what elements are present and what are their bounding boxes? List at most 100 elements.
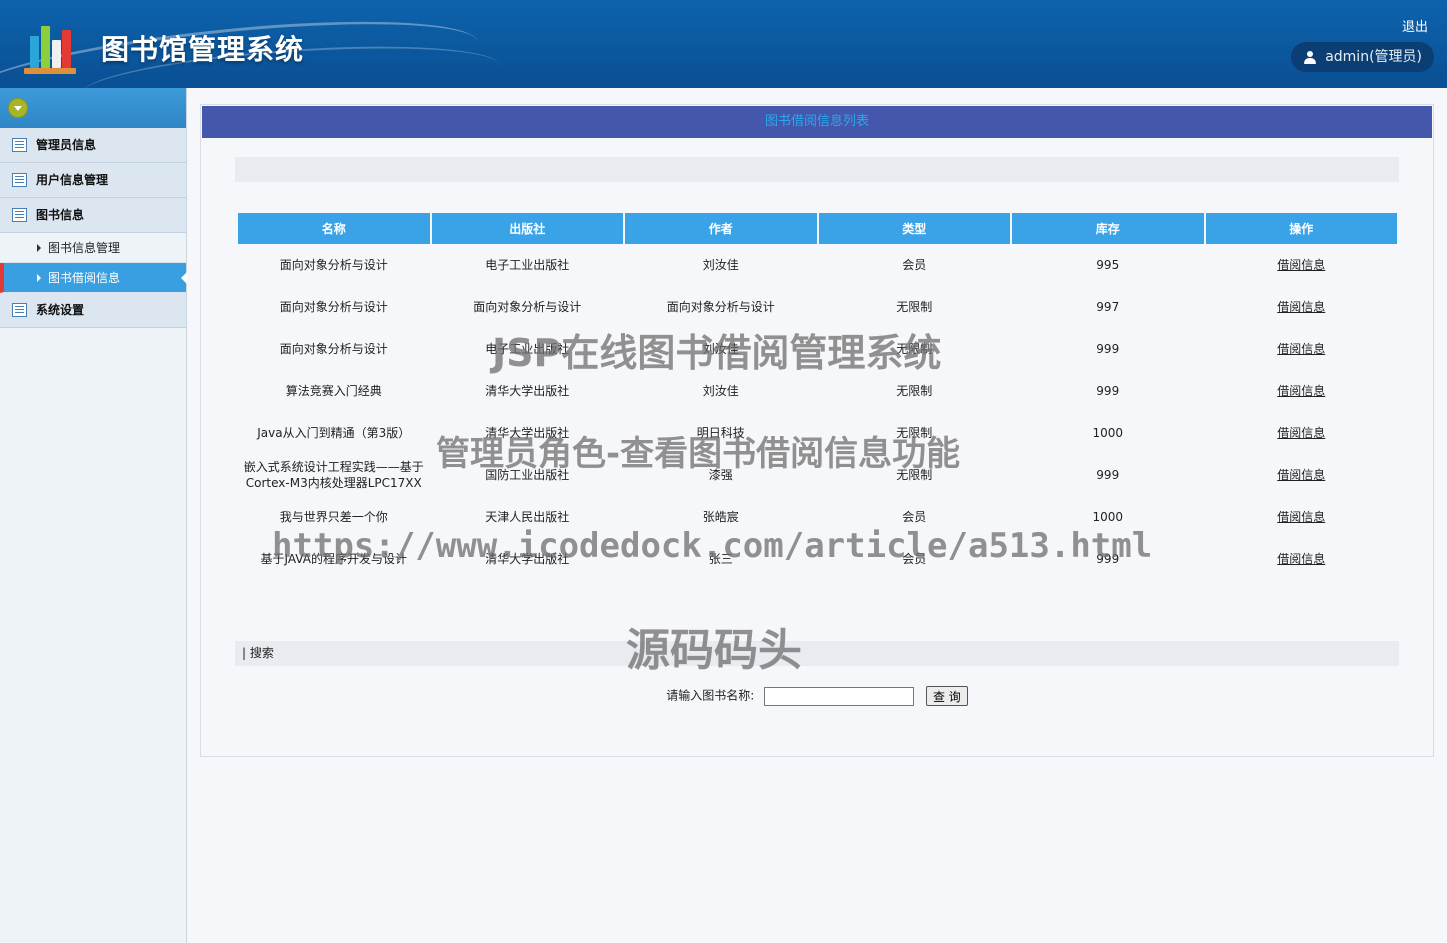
sidebar: 管理员信息 用户信息管理 图书信息 图书信息管理 图书借阅信息 系统设置	[0, 88, 187, 943]
table-header-row: 名称 出版社 作者 类型 库存 操作	[238, 213, 1397, 244]
search-button[interactable]: 查 询	[925, 686, 968, 706]
cell-name: 面向对象分析与设计	[279, 258, 388, 272]
cell-author: 刘汝佳	[702, 384, 739, 398]
list-icon	[12, 173, 27, 187]
content-panel: 图书借阅信息列表 名称 出版社 作者 类型 库存 操作 面向对象分析与设计 电子…	[200, 104, 1434, 757]
sidebar-item-system-settings[interactable]: 系统设置	[0, 293, 186, 328]
collapse-toggle-icon[interactable]	[8, 98, 28, 118]
borrow-info-link[interactable]: 借阅信息	[1277, 342, 1325, 356]
cell-author: 面向对象分析与设计	[666, 300, 775, 314]
cell-author: 张三	[708, 552, 733, 566]
user-icon	[1304, 51, 1317, 64]
table-row: 面向对象分析与设计 面向对象分析与设计 面向对象分析与设计 无限制 997 借阅…	[238, 286, 1397, 328]
sidebar-item-label: 图书信息	[36, 208, 85, 222]
cell-type: 无限制	[896, 468, 933, 482]
book-name-search-input[interactable]	[764, 686, 915, 706]
sidebar-subitem-label: 图书借阅信息	[48, 271, 121, 285]
borrow-info-table: 名称 出版社 作者 类型 库存 操作 面向对象分析与设计 电子工业出版社 刘汝佳…	[236, 213, 1399, 580]
column-header-actions: 操作	[1205, 213, 1397, 244]
cell-action: 借阅信息	[1206, 412, 1398, 454]
borrow-info-link[interactable]: 借阅信息	[1277, 552, 1325, 566]
list-icon	[12, 138, 27, 152]
borrow-info-link[interactable]: 借阅信息	[1277, 468, 1325, 482]
cell-stock: 999	[1096, 384, 1120, 398]
search-section-header: | 搜索	[235, 641, 1399, 666]
active-pointer-icon	[181, 272, 187, 284]
column-header-type: 类型	[818, 213, 1010, 244]
borrow-info-link[interactable]: 借阅信息	[1277, 258, 1325, 272]
app-title: 图书馆管理系统	[101, 33, 305, 66]
cell-publisher: 清华大学出版社	[485, 384, 570, 398]
current-user-badge[interactable]: admin(管理员)	[1291, 42, 1434, 72]
logout-link[interactable]: 退出	[1402, 16, 1428, 35]
cell-stock: 995	[1096, 258, 1120, 272]
cell-author: 张皓宸	[702, 510, 739, 524]
cell-action: 借阅信息	[1206, 454, 1398, 496]
sidebar-header	[0, 88, 186, 128]
app-header: 图书馆管理系统 退出 admin(管理员)	[0, 0, 1447, 88]
cell-type: 无限制	[896, 426, 933, 440]
cell-type: 无限制	[896, 300, 933, 314]
search-prompt-label: 请输入图书名称:	[666, 688, 755, 703]
toolbar-bar	[235, 157, 1399, 182]
cell-stock: 999	[1096, 342, 1120, 356]
table-row: Java从入门到精通（第3版） 清华大学出版社 明日科技 无限制 1000 借阅…	[238, 412, 1397, 454]
list-icon	[12, 303, 27, 317]
cell-action: 借阅信息	[1206, 370, 1398, 412]
cell-type: 无限制	[896, 384, 933, 398]
sidebar-item-label: 管理员信息	[36, 138, 97, 152]
column-header-stock: 库存	[1012, 213, 1204, 244]
cell-action: 借阅信息	[1206, 496, 1398, 538]
cell-publisher: 面向对象分析与设计	[473, 300, 582, 314]
current-user-label: admin(管理员)	[1325, 49, 1422, 65]
cell-name: 面向对象分析与设计	[279, 342, 388, 356]
cell-publisher: 国防工业出版社	[485, 468, 570, 482]
cell-type: 会员	[902, 552, 927, 566]
cell-action: 借阅信息	[1206, 328, 1398, 370]
borrow-info-link[interactable]: 借阅信息	[1277, 384, 1325, 398]
cell-author: 明日科技	[696, 426, 745, 440]
cell-stock: 997	[1096, 300, 1120, 314]
books-logo-icon	[22, 20, 78, 74]
sidebar-subitem-book-management[interactable]: 图书信息管理	[0, 233, 186, 263]
cell-name: Java从入门到精通（第3版）	[257, 426, 411, 440]
table-row: 面向对象分析与设计 电子工业出版社 刘汝佳 无限制 999 借阅信息	[238, 328, 1397, 370]
cell-author: 漆强	[708, 468, 733, 482]
cell-action: 借阅信息	[1206, 244, 1398, 286]
sidebar-item-label: 系统设置	[36, 303, 85, 317]
sidebar-subitem-label: 图书信息管理	[48, 241, 121, 255]
cell-publisher: 清华大学出版社	[485, 426, 570, 440]
table-row: 面向对象分析与设计 电子工业出版社 刘汝佳 会员 995 借阅信息	[238, 244, 1397, 286]
list-icon	[12, 208, 27, 222]
cell-publisher: 电子工业出版社	[485, 342, 570, 356]
cell-type: 无限制	[896, 342, 933, 356]
cell-stock: 1000	[1092, 426, 1124, 440]
cell-name: 算法竞赛入门经典	[285, 384, 382, 398]
cell-type: 会员	[902, 258, 927, 272]
cell-stock: 1000	[1092, 510, 1124, 524]
cell-action: 借阅信息	[1206, 286, 1398, 328]
sidebar-item-user-management[interactable]: 用户信息管理	[0, 163, 186, 198]
cell-name: 面向对象分析与设计	[279, 300, 388, 314]
cell-name: 基于JAVA的程序开发与设计	[260, 552, 407, 566]
table-row: 嵌入式系统设计工程实践——基于Cortex-M3内核处理器LPC17XX 国防工…	[238, 454, 1397, 496]
sidebar-item-book-info[interactable]: 图书信息	[0, 198, 186, 233]
column-header-author: 作者	[625, 213, 817, 244]
cell-author: 刘汝佳	[702, 258, 739, 272]
table-row: 基于JAVA的程序开发与设计 清华大学出版社 张三 会员 999 借阅信息	[238, 538, 1397, 580]
table-row: 我与世界只差一个你 天津人民出版社 张皓宸 会员 1000 借阅信息	[238, 496, 1397, 538]
borrow-info-link[interactable]: 借阅信息	[1277, 510, 1325, 524]
table-row: 算法竞赛入门经典 清华大学出版社 刘汝佳 无限制 999 借阅信息	[238, 370, 1397, 412]
column-header-name: 名称	[238, 213, 430, 244]
cell-type: 会员	[902, 510, 927, 524]
search-form: 请输入图书名称: 查 询	[201, 686, 1433, 706]
borrow-info-link[interactable]: 借阅信息	[1277, 300, 1325, 314]
borrow-info-link[interactable]: 借阅信息	[1277, 426, 1325, 440]
cell-action: 借阅信息	[1206, 538, 1398, 580]
caret-right-icon	[37, 244, 41, 252]
cell-stock: 999	[1096, 552, 1120, 566]
panel-title: 图书借阅信息列表	[202, 106, 1432, 138]
sidebar-subitem-borrow-info[interactable]: 图书借阅信息	[0, 263, 187, 293]
sidebar-item-admin-info[interactable]: 管理员信息	[0, 128, 186, 163]
cell-stock: 999	[1096, 468, 1120, 482]
